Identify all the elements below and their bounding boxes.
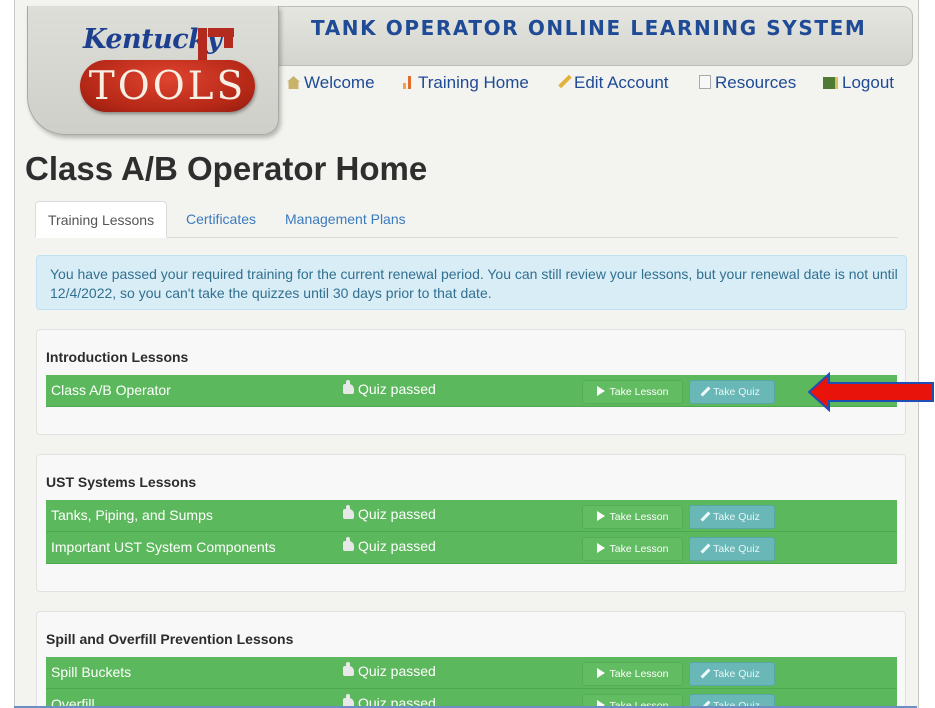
nav-resources-label: Resources: [715, 73, 797, 92]
tab-training-lessons[interactable]: Training Lessons: [35, 201, 168, 238]
logo-pipe: [224, 28, 233, 48]
play-icon: [596, 386, 605, 396]
documents-icon: [699, 75, 711, 89]
thumbs-up-icon: [343, 505, 354, 519]
take-quiz-button[interactable]: Take Quiz: [689, 537, 775, 561]
pencil-icon: [700, 511, 711, 522]
take-lesson-label: Take Lesson: [609, 543, 669, 555]
red-arrow-annotation: [807, 372, 934, 412]
arrow-left-icon: [807, 372, 934, 412]
lesson-status: Quiz passed: [343, 380, 436, 397]
tab-certificates[interactable]: Certificates: [174, 201, 268, 236]
lesson-status-label: Quiz passed: [358, 538, 436, 554]
pencil-icon: [700, 543, 711, 554]
pencil-icon: [558, 74, 572, 89]
lesson-section-panel: Introduction Lessons Class A/B Operator …: [36, 329, 906, 435]
lesson-status: Quiz passed: [343, 505, 436, 522]
take-lesson-label: Take Lesson: [609, 386, 669, 398]
nav-resources[interactable]: Resources: [699, 73, 796, 93]
lesson-status: Quiz passed: [343, 537, 436, 554]
play-icon: [596, 511, 605, 521]
thumbs-up-icon: [343, 662, 354, 676]
play-icon: [596, 668, 605, 678]
lesson-name: Class A/B Operator: [51, 382, 171, 398]
nav-edit-account-label: Edit Account: [574, 73, 669, 92]
lesson-name: Important UST System Components: [51, 539, 276, 555]
lesson-status-label: Quiz passed: [358, 663, 436, 679]
lesson-section-panel: UST Systems Lessons Tanks, Piping, and S…: [36, 454, 906, 592]
lesson-row: Important UST System Components Quiz pas…: [46, 532, 897, 564]
info-alert: You have passed your required training f…: [36, 255, 907, 310]
thumbs-up-icon: [343, 537, 354, 551]
home-icon: [287, 76, 300, 89]
play-icon: [596, 543, 605, 553]
site-logo[interactable]: Kentucky TOOLS: [27, 6, 279, 135]
take-lesson-button[interactable]: Take Lesson: [582, 505, 683, 529]
lesson-name: Spill Buckets: [51, 664, 132, 680]
take-quiz-button[interactable]: Take Quiz: [689, 380, 775, 404]
lesson-row: Class A/B Operator Quiz passed Take Less…: [46, 375, 897, 407]
take-lesson-label: Take Lesson: [609, 668, 669, 680]
tab-bar: Training Lessons Certificates Management…: [35, 201, 898, 238]
lesson-section-panel: Spill and Overfill Prevention Lessons Sp…: [36, 611, 906, 708]
nav-logout-label: Logout: [842, 73, 894, 92]
logo-tank: TOOLS: [80, 60, 255, 112]
take-quiz-label: Take Quiz: [713, 511, 760, 523]
section-title: UST Systems Lessons: [46, 474, 197, 490]
section-title: Introduction Lessons: [46, 349, 189, 365]
logout-icon: [823, 77, 838, 89]
take-quiz-label: Take Quiz: [713, 668, 760, 680]
nav-edit-account[interactable]: Edit Account: [558, 73, 669, 93]
nav-welcome[interactable]: Welcome: [287, 73, 375, 93]
thumbs-up-icon: [343, 380, 354, 394]
section-title: Spill and Overfill Prevention Lessons: [46, 631, 294, 647]
nav-training-home[interactable]: Training Home: [403, 73, 529, 93]
nav-training-home-label: Training Home: [418, 73, 529, 92]
take-lesson-label: Take Lesson: [609, 511, 669, 523]
logo-tools-text: TOOLS: [88, 64, 247, 109]
take-lesson-button[interactable]: Take Lesson: [582, 662, 683, 686]
take-quiz-label: Take Quiz: [713, 543, 760, 555]
take-lesson-button[interactable]: Take Lesson: [582, 537, 683, 561]
tab-management-plans[interactable]: Management Plans: [273, 201, 418, 236]
lesson-status: Quiz passed: [343, 662, 436, 679]
pencil-icon: [700, 668, 711, 679]
take-quiz-label: Take Quiz: [713, 386, 760, 398]
take-quiz-button[interactable]: Take Quiz: [689, 662, 775, 686]
page-container: Kentucky TOOLS TANK OPERATOR ONLINE LEAR…: [14, 0, 919, 708]
site-title: TANK OPERATOR ONLINE LEARNING SYSTEM: [311, 16, 867, 40]
lesson-status-label: Quiz passed: [358, 381, 436, 397]
lesson-name: Tanks, Piping, and Sumps: [51, 507, 213, 523]
lesson-status-label: Quiz passed: [358, 506, 436, 522]
page-title: Class A/B Operator Home: [25, 150, 428, 187]
nav-welcome-label: Welcome: [304, 73, 375, 92]
take-quiz-button[interactable]: Take Quiz: [689, 505, 775, 529]
take-lesson-button[interactable]: Take Lesson: [582, 380, 683, 404]
bar-chart-icon: [403, 76, 414, 89]
lesson-row: Spill Buckets Quiz passed Take Lesson Ta…: [46, 657, 897, 689]
lesson-row: Tanks, Piping, and Sumps Quiz passed Tak…: [46, 500, 897, 532]
pencil-icon: [700, 386, 711, 397]
nav-logout[interactable]: Logout: [823, 73, 894, 93]
